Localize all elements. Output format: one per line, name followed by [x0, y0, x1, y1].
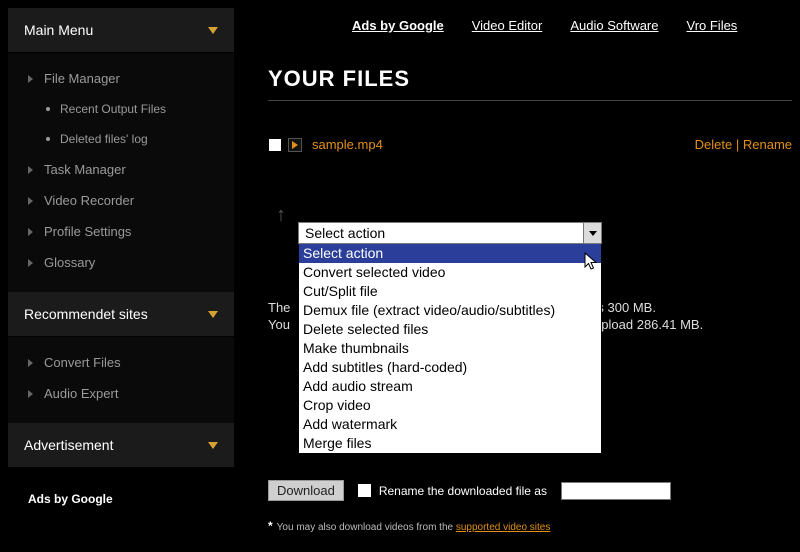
action-option[interactable]: Add audio stream: [299, 377, 601, 396]
menu-label: Task Manager: [44, 162, 126, 177]
file-row: sample.mp4 Delete | Rename: [268, 137, 792, 152]
rename-downloaded-input[interactable]: [561, 482, 671, 500]
action-option[interactable]: Add watermark: [299, 415, 601, 434]
topnav-video-editor[interactable]: Video Editor: [472, 18, 543, 33]
action-option[interactable]: Convert selected video: [299, 263, 601, 282]
menu-label: Convert Files: [44, 355, 121, 370]
footnote-text: You may also download videos from the: [277, 522, 456, 533]
action-option[interactable]: Add subtitles (hard-coded): [299, 358, 601, 377]
separator: |: [732, 137, 743, 152]
arrow-right-icon: [28, 390, 33, 398]
asterisk-icon: *: [268, 519, 273, 533]
arrow-up-icon: ↑: [276, 204, 286, 227]
chevron-down-icon: [208, 311, 218, 318]
footnote: * You may also download videos from the s…: [268, 519, 792, 533]
action-option[interactable]: Crop video: [299, 396, 601, 415]
action-dropdown-display[interactable]: Select action: [298, 222, 602, 244]
menu-item-task-manager[interactable]: Task Manager: [14, 154, 228, 185]
file-name[interactable]: sample.mp4: [312, 137, 383, 152]
menu-item-deleted-log[interactable]: Deleted files' log: [14, 124, 228, 154]
download-button[interactable]: Download: [268, 480, 344, 501]
chevron-down-icon: [208, 442, 218, 449]
topnav-audio-software[interactable]: Audio Software: [570, 18, 658, 33]
supported-video-sites-link[interactable]: supported video sites: [456, 522, 551, 533]
rename-downloaded-label: Rename the downloaded file as: [379, 484, 547, 498]
chevron-down-icon: [589, 231, 597, 236]
advertisement-header[interactable]: Advertisement: [8, 423, 234, 468]
action-dropdown-list: Select actionConvert selected videoCut/S…: [298, 244, 602, 454]
menu-label: Video Recorder: [44, 193, 134, 208]
bullet-icon: [46, 137, 50, 141]
chevron-down-icon: [208, 27, 218, 34]
menu-item-recent-output[interactable]: Recent Output Files: [14, 94, 228, 124]
action-option[interactable]: Merge files: [299, 434, 601, 453]
menu-label: Audio Expert: [44, 386, 118, 401]
delete-link[interactable]: Delete: [695, 137, 733, 152]
arrow-right-icon: [28, 197, 33, 205]
menu-item-glossary[interactable]: Glossary: [14, 247, 228, 278]
recommended-sites-block: Convert Files Audio Expert: [8, 337, 234, 423]
advertisement-title: Advertisement: [24, 437, 113, 453]
download-row: Download Rename the downloaded file as: [268, 480, 792, 501]
ads-by-google-small: Ads by Google: [8, 492, 234, 506]
rename-link[interactable]: Rename: [743, 137, 792, 152]
main-menu-title: Main Menu: [24, 22, 93, 38]
info-line-1-prefix: The: [268, 300, 290, 315]
play-icon[interactable]: [288, 138, 302, 152]
bullet-icon: [46, 107, 50, 111]
menu-item-video-recorder[interactable]: Video Recorder: [14, 185, 228, 216]
action-option[interactable]: Delete selected files: [299, 320, 601, 339]
page-title: YOUR FILES: [268, 66, 792, 101]
action-option[interactable]: Demux file (extract video/audio/subtitle…: [299, 301, 601, 320]
top-nav: Ads by Google Video Editor Audio Softwar…: [352, 18, 737, 33]
topnav-vro-files[interactable]: Vro Files: [687, 18, 738, 33]
menu-label: Glossary: [44, 255, 95, 270]
menu-item-file-manager[interactable]: File Manager: [14, 63, 228, 94]
main-menu-block: File Manager Recent Output Files Deleted…: [8, 53, 234, 292]
menu-item-convert-files[interactable]: Convert Files: [14, 347, 228, 378]
file-actions: Delete | Rename: [695, 137, 792, 152]
arrow-right-icon: [28, 166, 33, 174]
recommended-sites-title: Recommendet sites: [24, 306, 148, 322]
sidebar: Main Menu File Manager Recent Output Fil…: [8, 8, 234, 506]
arrow-right-icon: [28, 259, 33, 267]
dropdown-button[interactable]: [583, 223, 601, 243]
arrow-right-icon: [28, 75, 33, 83]
file-checkbox[interactable]: [268, 138, 282, 152]
menu-item-audio-expert[interactable]: Audio Expert: [14, 378, 228, 409]
info-line-2-prefix: You: [268, 317, 290, 332]
arrow-right-icon: [28, 359, 33, 367]
menu-item-profile-settings[interactable]: Profile Settings: [14, 216, 228, 247]
recommended-sites-header[interactable]: Recommendet sites: [8, 292, 234, 337]
arrow-right-icon: [28, 228, 33, 236]
rename-downloaded-checkbox[interactable]: [358, 484, 371, 497]
action-dropdown[interactable]: Select action Select actionConvert selec…: [298, 222, 602, 454]
action-option[interactable]: Make thumbnails: [299, 339, 601, 358]
main-menu-header[interactable]: Main Menu: [8, 8, 234, 53]
menu-label: Recent Output Files: [60, 102, 166, 116]
menu-label: Profile Settings: [44, 224, 131, 239]
topnav-ads-by-google[interactable]: Ads by Google: [352, 18, 444, 33]
menu-label: Deleted files' log: [60, 132, 148, 146]
action-option[interactable]: Select action: [299, 244, 601, 263]
menu-label: File Manager: [44, 71, 120, 86]
action-option[interactable]: Cut/Split file: [299, 282, 601, 301]
action-dropdown-display-text: Select action: [305, 225, 385, 241]
